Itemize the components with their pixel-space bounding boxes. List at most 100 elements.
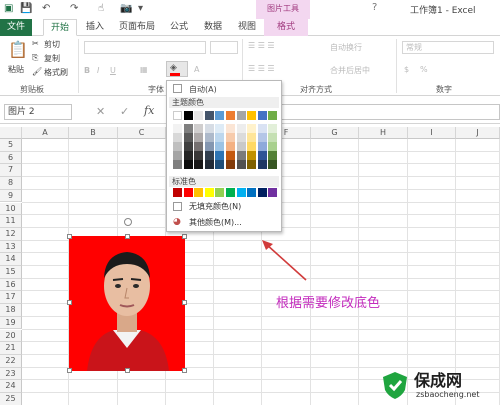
column-header-j[interactable]: J <box>456 127 500 139</box>
row-header-15[interactable]: 15 <box>0 266 22 279</box>
theme-shade-swatch[interactable] <box>215 133 225 142</box>
row-header-21[interactable]: 21 <box>0 342 22 355</box>
row-header-11[interactable]: 11 <box>0 215 22 228</box>
auto-color-option[interactable]: 自动(A) <box>169 83 279 95</box>
help-icon[interactable]: ? <box>372 2 377 13</box>
theme-shade-swatch[interactable] <box>183 142 193 151</box>
theme-shade-swatch[interactable] <box>215 151 225 160</box>
theme-shade-swatch[interactable] <box>268 151 278 160</box>
column-header-g[interactable]: G <box>311 127 359 139</box>
theme-color-swatch[interactable] <box>173 111 182 120</box>
row-header-19[interactable]: 19 <box>0 316 22 330</box>
theme-shade-swatch[interactable] <box>226 160 235 169</box>
column-header-i[interactable]: I <box>408 127 456 139</box>
standard-color-swatch[interactable] <box>257 188 267 197</box>
tab-formulas[interactable]: 公式 <box>164 19 194 36</box>
tab-file[interactable]: 文件 <box>0 19 32 36</box>
theme-shade-swatch[interactable] <box>194 142 204 151</box>
tab-data[interactable]: 数据 <box>198 19 228 36</box>
standard-color-swatch[interactable] <box>183 188 193 197</box>
cut-icon[interactable]: ✂ <box>32 39 39 48</box>
font-color-button[interactable]: A <box>194 65 199 74</box>
theme-shade-swatch[interactable] <box>194 124 204 133</box>
cut-button[interactable]: 剪切 <box>44 39 60 50</box>
theme-shade-swatch[interactable] <box>247 160 257 169</box>
theme-shade-swatch[interactable] <box>204 124 214 133</box>
standard-color-swatch[interactable] <box>247 188 257 197</box>
theme-shade-swatch[interactable] <box>173 151 182 160</box>
fill-color-button[interactable]: ◈ <box>166 61 188 77</box>
resize-handle[interactable] <box>67 234 72 239</box>
undo-icon[interactable]: ↶ <box>42 3 50 14</box>
underline-button[interactable]: U <box>110 66 116 75</box>
copy-button[interactable]: 复制 <box>44 53 60 64</box>
cancel-button[interactable]: ✕ <box>96 105 105 118</box>
id-photo[interactable] <box>69 236 185 371</box>
theme-shade-swatch[interactable] <box>215 124 225 133</box>
theme-shade-swatch[interactable] <box>247 124 257 133</box>
theme-shade-swatch[interactable] <box>257 142 267 151</box>
theme-color-swatch[interactable] <box>257 111 267 120</box>
theme-color-swatch[interactable] <box>215 111 225 120</box>
row-header-10[interactable]: 10 <box>0 202 22 216</box>
standard-color-swatch[interactable] <box>215 188 225 197</box>
theme-shade-swatch[interactable] <box>194 160 204 169</box>
theme-shade-swatch[interactable] <box>215 160 225 169</box>
theme-color-swatch[interactable] <box>268 111 278 120</box>
align-top-icon[interactable]: ☰ ☰ ☰ <box>248 41 275 50</box>
tab-insert[interactable]: 插入 <box>80 19 110 36</box>
theme-shade-swatch[interactable] <box>268 124 278 133</box>
row-header-7[interactable]: 7 <box>0 164 22 178</box>
bold-button[interactable]: B <box>84 66 90 75</box>
resize-handle[interactable] <box>125 234 130 239</box>
camera-icon[interactable]: 📷 <box>120 3 132 14</box>
row-header-20[interactable]: 20 <box>0 329 22 343</box>
theme-shade-swatch[interactable] <box>268 160 278 169</box>
row-header-25[interactable]: 25 <box>0 393 22 405</box>
theme-shade-swatch[interactable] <box>183 160 193 169</box>
rotate-handle[interactable] <box>124 218 132 226</box>
standard-color-swatch[interactable] <box>226 188 235 197</box>
standard-color-swatch[interactable] <box>204 188 214 197</box>
resize-handle[interactable] <box>67 300 72 305</box>
theme-shade-swatch[interactable] <box>226 151 235 160</box>
theme-color-swatch[interactable] <box>183 111 193 120</box>
number-format-select[interactable]: 常规 <box>402 41 494 54</box>
standard-color-swatch[interactable] <box>236 188 246 197</box>
percent-button[interactable]: % <box>420 65 428 74</box>
standard-color-swatch[interactable] <box>173 188 182 197</box>
insert-function-button[interactable]: fx <box>144 104 154 117</box>
theme-color-swatch[interactable] <box>204 111 214 120</box>
row-header-18[interactable]: 18 <box>0 304 22 317</box>
theme-shade-swatch[interactable] <box>236 133 246 142</box>
merge-center-button[interactable]: 合并后居中 <box>330 65 370 76</box>
theme-shade-swatch[interactable] <box>236 124 246 133</box>
row-header-24[interactable]: 24 <box>0 380 22 393</box>
column-header-h[interactable]: H <box>359 127 408 139</box>
row-header-17[interactable]: 17 <box>0 291 22 305</box>
theme-shade-swatch[interactable] <box>194 133 204 142</box>
no-fill-option[interactable]: 无填充颜色(N) <box>169 200 279 213</box>
theme-color-swatch[interactable] <box>236 111 246 120</box>
wrap-text-button[interactable]: 自动换行 <box>330 42 362 53</box>
row-header-8[interactable]: 8 <box>0 177 22 190</box>
resize-handle[interactable] <box>125 368 130 373</box>
format-painter-icon[interactable]: 🖌 <box>32 67 42 76</box>
resize-handle[interactable] <box>182 368 187 373</box>
theme-shade-swatch[interactable] <box>236 160 246 169</box>
theme-shade-swatch[interactable] <box>236 151 246 160</box>
theme-shade-swatch[interactable] <box>257 160 267 169</box>
theme-shade-swatch[interactable] <box>204 151 214 160</box>
row-header-12[interactable]: 12 <box>0 227 22 241</box>
tab-format[interactable]: 格式 <box>264 19 308 36</box>
font-name-select[interactable] <box>84 41 206 54</box>
resize-handle[interactable] <box>67 368 72 373</box>
redo-icon[interactable]: ↷ <box>70 3 78 14</box>
enter-button[interactable]: ✓ <box>120 105 129 118</box>
theme-shade-swatch[interactable] <box>173 124 182 133</box>
italic-button[interactable]: I <box>97 66 99 75</box>
standard-color-swatch[interactable] <box>268 188 278 197</box>
theme-shade-swatch[interactable] <box>247 142 257 151</box>
theme-shade-swatch[interactable] <box>247 133 257 142</box>
theme-shade-swatch[interactable] <box>226 133 235 142</box>
